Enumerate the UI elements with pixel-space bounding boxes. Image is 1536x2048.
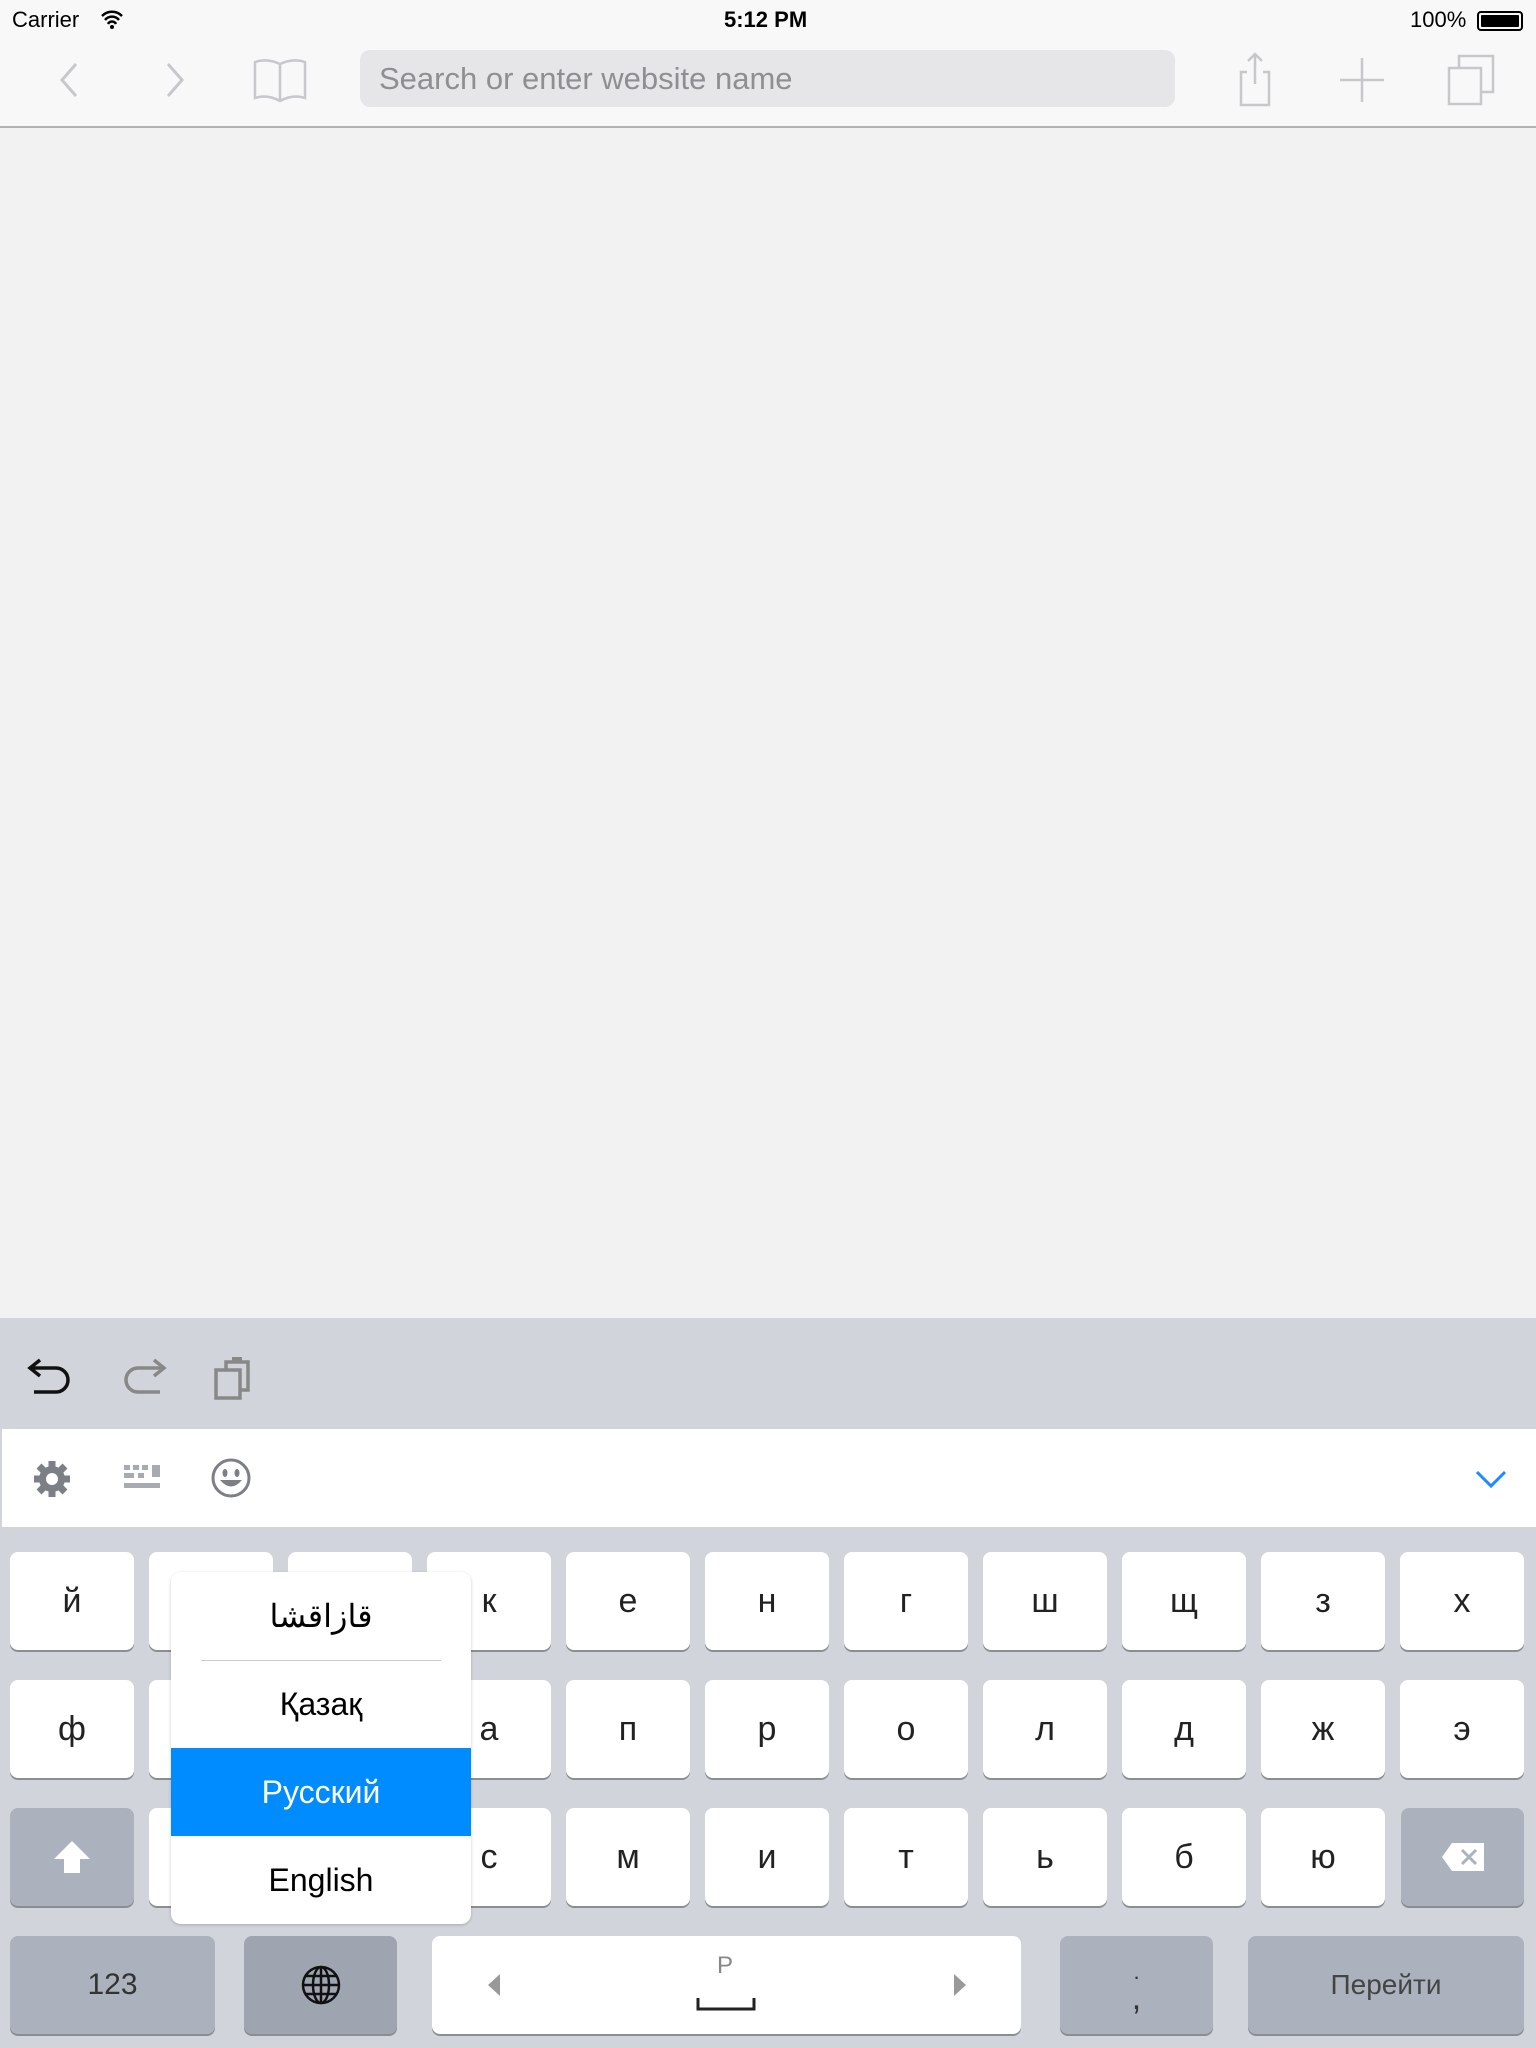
cursor-right-icon[interactable]: [952, 1974, 966, 1996]
punctuation-key[interactable]: .,: [1060, 1936, 1213, 2034]
go-key[interactable]: Перейти: [1248, 1936, 1524, 2034]
key-н[interactable]: н: [705, 1552, 829, 1650]
search-placeholder: Search or enter website name: [379, 61, 793, 96]
key-п[interactable]: п: [566, 1680, 690, 1778]
numbers-key[interactable]: 123: [10, 1936, 215, 2034]
book-icon[interactable]: [250, 50, 310, 110]
web-content: [0, 130, 1536, 1318]
key-г[interactable]: г: [844, 1552, 968, 1650]
comma-label: ,: [1131, 1979, 1142, 2017]
share-icon[interactable]: [1225, 50, 1285, 110]
globe-key[interactable]: [244, 1936, 397, 2034]
key-з[interactable]: з: [1261, 1552, 1385, 1650]
key-й[interactable]: й: [10, 1552, 134, 1650]
status-bar: Carrier 5:12 PM 100%: [0, 0, 1536, 40]
key-х[interactable]: х: [1400, 1552, 1524, 1650]
wifi-icon: [101, 10, 123, 29]
shift-icon: [54, 1841, 90, 1873]
key-ш[interactable]: ш: [983, 1552, 1107, 1650]
chevron-left-icon[interactable]: [40, 50, 100, 110]
emoji-icon[interactable]: [210, 1457, 252, 1499]
key-е[interactable]: е: [566, 1552, 690, 1650]
keyboard-icon[interactable]: [122, 1463, 162, 1495]
key-б[interactable]: б: [1122, 1808, 1246, 1906]
carrier: Carrier: [12, 7, 80, 32]
key-и[interactable]: и: [705, 1808, 829, 1906]
key-о[interactable]: о: [844, 1680, 968, 1778]
keyboard-accessory-bar: [2, 1429, 1536, 1527]
cursor-left-icon[interactable]: [488, 1974, 502, 1996]
battery-icon: [1477, 11, 1523, 31]
battery-percent: 100%: [1410, 7, 1467, 32]
language-option-kazakh-arabic[interactable]: قازاقشا: [171, 1572, 471, 1660]
key-д[interactable]: д: [1122, 1680, 1246, 1778]
space-key[interactable]: Р: [432, 1936, 1021, 2034]
key-л[interactable]: л: [983, 1680, 1107, 1778]
key-р[interactable]: р: [705, 1680, 829, 1778]
redo-icon[interactable]: [118, 1356, 168, 1400]
chevron-down-icon[interactable]: [1474, 1463, 1508, 1493]
clock: 5:12 PM: [724, 7, 808, 32]
gear-icon[interactable]: [32, 1459, 72, 1499]
space-language-hint: Р: [717, 1952, 734, 1979]
key-ф[interactable]: ф: [10, 1680, 134, 1778]
language-option-russian[interactable]: Русский: [171, 1748, 471, 1836]
backspace-icon: [1441, 1843, 1484, 1871]
language-option-english[interactable]: English: [171, 1836, 471, 1924]
key-м[interactable]: м: [566, 1808, 690, 1906]
key-ь[interactable]: ь: [983, 1808, 1107, 1906]
key-ю[interactable]: ю: [1261, 1808, 1385, 1906]
search-input[interactable]: Search or enter website name: [360, 50, 1175, 107]
keyboard: йкенгшщзхфапролджэсмитьбю 123 Р ., Перей…: [0, 1318, 1536, 2048]
plus-icon[interactable]: [1332, 50, 1392, 110]
undo-icon[interactable]: [26, 1356, 76, 1400]
key-т[interactable]: т: [844, 1808, 968, 1906]
language-option-kazakh[interactable]: Қазақ: [171, 1661, 471, 1748]
paste-icon[interactable]: [212, 1354, 260, 1402]
backspace-key[interactable]: [1401, 1808, 1524, 1906]
shift-key[interactable]: [10, 1808, 134, 1906]
key-щ[interactable]: щ: [1122, 1552, 1246, 1650]
chevron-right-icon[interactable]: [144, 50, 204, 110]
key-ж[interactable]: ж: [1261, 1680, 1385, 1778]
browser-toolbar: Search or enter website name: [0, 40, 1536, 128]
space-bar-icon: [696, 1998, 756, 2011]
language-menu: قازاقشا Қазақ Русский English: [171, 1572, 471, 1924]
key-э[interactable]: э: [1400, 1680, 1524, 1778]
globe-icon: [301, 1965, 340, 2005]
tabs-icon[interactable]: [1441, 50, 1501, 110]
